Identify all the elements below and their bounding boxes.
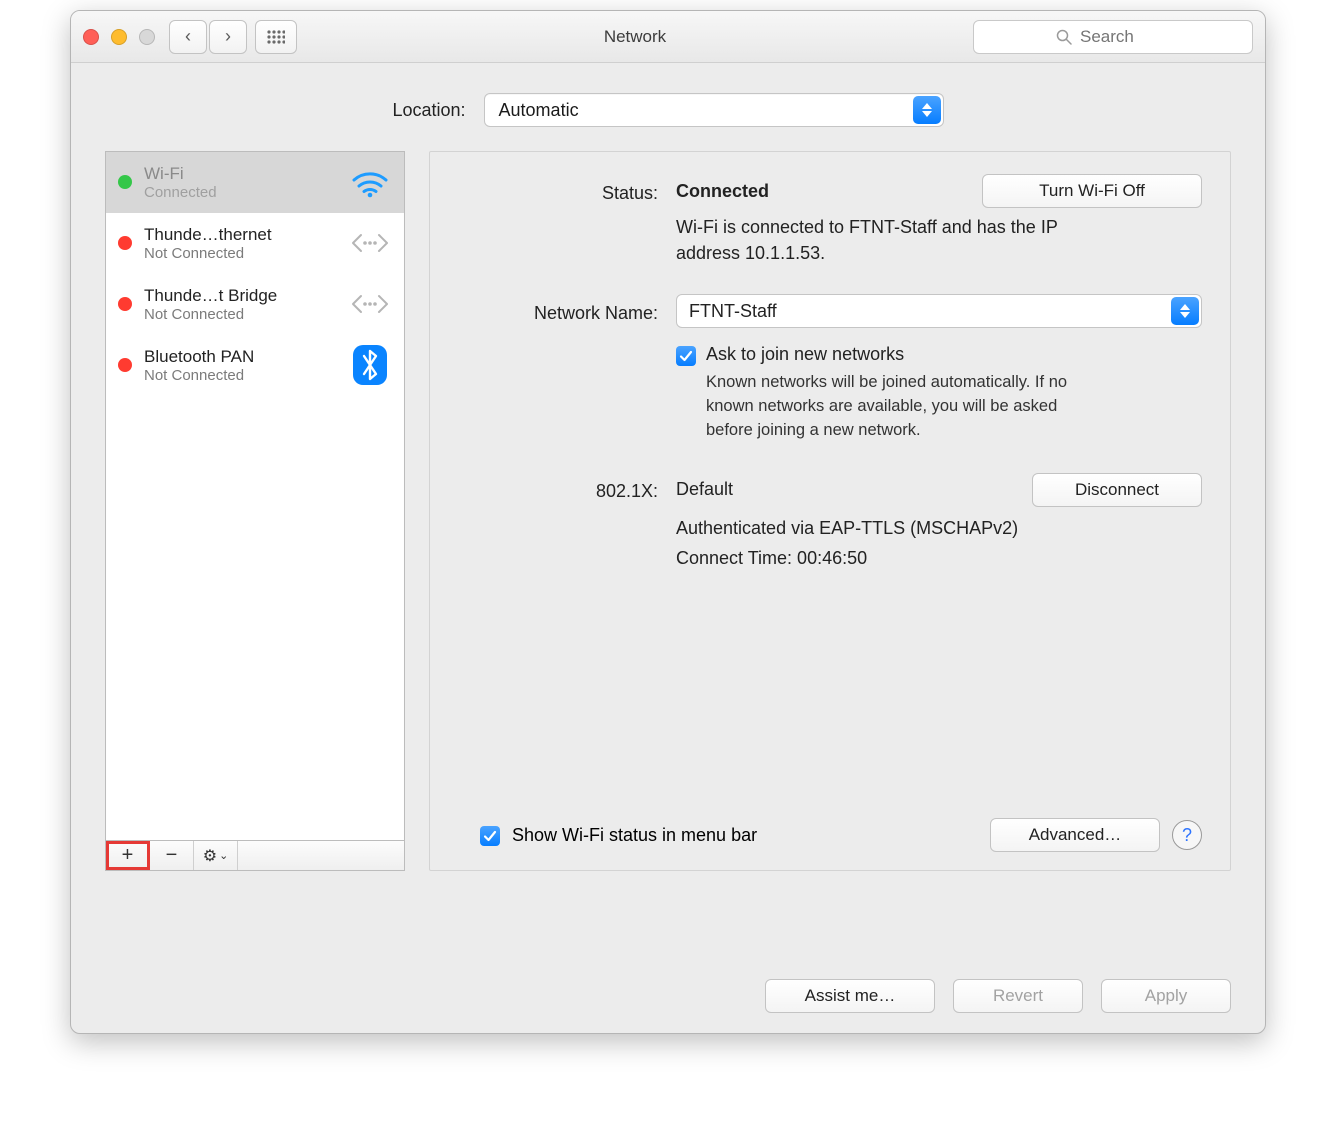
interface-name: Bluetooth PAN (144, 347, 336, 367)
gear-icon: ⚙︎ (203, 846, 217, 866)
network-name-dropdown[interactable]: FTNT-Staff (676, 294, 1202, 328)
location-value: Automatic (499, 100, 579, 121)
status-dot-icon (118, 175, 132, 189)
advanced-button[interactable]: Advanced… (990, 818, 1160, 852)
titlebar: ‹ › Network (71, 11, 1265, 63)
question-icon: ? (1182, 825, 1192, 846)
sidebar-toolbar: + − ⚙︎⌄ (105, 841, 405, 871)
dot1x-label: 802.1X: (458, 477, 658, 502)
status-label: Status: (458, 179, 658, 204)
traffic-lights (83, 29, 155, 45)
chevron-down-icon: ⌄ (219, 849, 228, 862)
dot1x-auth-text: Authenticated via EAP-TTLS (MSCHAPv2) (676, 515, 1202, 541)
chevron-left-icon: ‹ (185, 26, 191, 47)
add-interface-button[interactable]: + (106, 841, 150, 870)
status-value: Connected (676, 181, 769, 202)
network-preferences-window: ‹ › Network Location: Automatic (70, 10, 1266, 1034)
minimize-window-button[interactable] (111, 29, 127, 45)
apply-button: Apply (1101, 979, 1231, 1013)
interface-name: Thunde…thernet (144, 225, 336, 245)
chevron-right-icon: › (225, 26, 231, 47)
minus-icon: − (166, 844, 178, 867)
dot1x-value: Default (676, 479, 733, 500)
dot1x-connect-time: Connect Time: 00:46:50 (676, 545, 1202, 571)
network-name-label: Network Name: (458, 299, 658, 324)
panel-bottom-row: Show Wi-Fi status in menu bar Advanced… … (458, 818, 1202, 852)
interface-actions-button[interactable]: ⚙︎⌄ (194, 841, 238, 870)
help-button[interactable]: ? (1172, 820, 1202, 850)
show-menubar-checkbox[interactable] (480, 826, 500, 846)
wifi-icon (348, 162, 392, 202)
location-row: Location: Automatic (71, 63, 1265, 145)
status-dot-icon (118, 297, 132, 311)
interface-item-thunderbolt-ethernet[interactable]: Thunde…thernet Not Connected (106, 213, 404, 274)
network-name-value: FTNT-Staff (689, 301, 777, 322)
grid-icon (267, 30, 285, 44)
close-window-button[interactable] (83, 29, 99, 45)
status-dot-icon (118, 358, 132, 372)
remove-interface-button[interactable]: − (150, 841, 194, 870)
turn-wifi-off-button[interactable]: Turn Wi-Fi Off (982, 174, 1202, 208)
updown-arrows-icon (1171, 297, 1199, 325)
window-title: Network (297, 27, 973, 47)
location-dropdown[interactable]: Automatic (484, 93, 944, 127)
interface-list[interactable]: Wi-Fi Connected Thunde…thernet Not Conne… (105, 151, 405, 841)
search-field[interactable] (973, 20, 1253, 54)
search-icon (1056, 29, 1072, 45)
forward-button[interactable]: › (209, 20, 247, 54)
interface-name: Thunde…t Bridge (144, 286, 336, 306)
ask-to-join-checkbox[interactable] (676, 346, 696, 366)
updown-arrows-icon (913, 96, 941, 124)
show-menubar-label: Show Wi-Fi status in menu bar (512, 825, 978, 846)
footer-buttons: Assist me… Revert Apply (71, 979, 1265, 1013)
interface-item-wifi[interactable]: Wi-Fi Connected (106, 152, 404, 213)
status-detail-text: Wi-Fi is connected to FTNT-Staff and has… (676, 214, 1106, 266)
plus-icon: + (122, 844, 134, 867)
interface-item-thunderbolt-bridge[interactable]: Thunde…t Bridge Not Connected (106, 274, 404, 335)
bluetooth-icon (348, 345, 392, 385)
detail-panel: Status: Connected Turn Wi-Fi Off Wi-Fi i… (429, 151, 1231, 871)
back-button[interactable]: ‹ (169, 20, 207, 54)
search-input[interactable] (1080, 27, 1170, 47)
ask-to-join-detail: Known networks will be joined automatica… (706, 365, 1106, 443)
interface-sidebar: Wi-Fi Connected Thunde…thernet Not Conne… (105, 151, 405, 871)
ask-to-join-label: Ask to join new networks (706, 344, 1106, 365)
status-dot-icon (118, 236, 132, 250)
interface-status: Not Connected (144, 367, 336, 384)
ethernet-icon (348, 223, 392, 263)
revert-button: Revert (953, 979, 1083, 1013)
location-label: Location: (392, 100, 465, 121)
interface-status: Not Connected (144, 306, 336, 323)
zoom-window-button (139, 29, 155, 45)
show-all-button[interactable] (255, 20, 297, 54)
ethernet-icon (348, 284, 392, 324)
interface-name: Wi-Fi (144, 164, 336, 184)
interface-status: Not Connected (144, 245, 336, 262)
disconnect-button[interactable]: Disconnect (1032, 473, 1202, 507)
assist-me-button[interactable]: Assist me… (765, 979, 935, 1013)
interface-status: Connected (144, 184, 336, 201)
nav-buttons: ‹ › (169, 20, 247, 54)
interface-item-bluetooth-pan[interactable]: Bluetooth PAN Not Connected (106, 335, 404, 396)
